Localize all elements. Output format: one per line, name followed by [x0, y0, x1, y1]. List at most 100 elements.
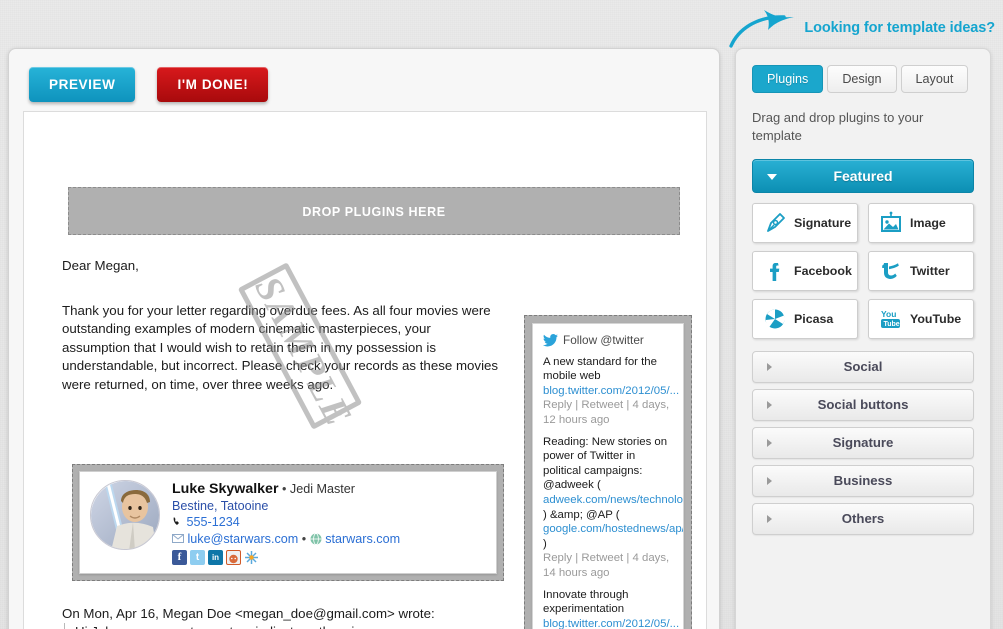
plugin-categories: Social Social buttons Signature Business…: [752, 351, 974, 535]
section-others[interactable]: Others: [752, 503, 974, 535]
svg-text:Tube: Tube: [884, 321, 900, 328]
tweet-link-2[interactable]: google.com/hostednews/ap/...: [543, 522, 683, 537]
done-button[interactable]: I'M DONE!: [157, 67, 269, 102]
twitter-bird-icon: [543, 333, 558, 347]
chevron-right-icon: [767, 477, 772, 485]
chevron-right-icon: [767, 439, 772, 447]
avatar: [90, 480, 160, 550]
signature-plugin-block[interactable]: Luke Skywalker • Jedi Master Bestine, Ta…: [72, 464, 504, 581]
signature-email[interactable]: luke@starwars.com: [188, 532, 299, 546]
tweet-item: Reading: New stories on power of Twitter…: [543, 435, 683, 581]
chevron-right-icon: [767, 515, 772, 523]
plugins-sidebar: Plugins Design Layout Drag and drop plug…: [735, 48, 991, 629]
section-label: Others: [841, 511, 885, 526]
signature-separator: •: [281, 482, 287, 496]
twitter-icon[interactable]: t: [190, 550, 205, 565]
tweet-link[interactable]: blog.twitter.com/2012/05/...: [543, 384, 679, 399]
plugin-picasa[interactable]: Picasa: [752, 299, 858, 339]
plugin-label: Image: [910, 216, 946, 230]
twitter-feed-title: Follow @twitter: [563, 333, 644, 347]
linkedin-icon[interactable]: in: [208, 550, 223, 565]
tab-layout[interactable]: Layout: [900, 65, 969, 93]
twitter-plugin-block[interactable]: Follow @twitter A new standard for the m…: [524, 315, 692, 629]
twitter-feed-header: Follow @twitter: [543, 333, 673, 348]
plugin-label: Picasa: [794, 312, 834, 326]
letter-salutation: Dear Megan,: [62, 258, 139, 273]
envelope-icon: [172, 533, 184, 543]
reddit-icon[interactable]: [226, 550, 241, 565]
letter-body[interactable]: Dear Megan, Thank you for your letter re…: [62, 257, 502, 395]
facebook-icon: [770, 263, 780, 281]
picture-frame-icon: [881, 211, 901, 232]
quote-intro: On Mon, Apr 16, Megan Doe <megan_doe@gma…: [62, 606, 435, 621]
tweet-meta[interactable]: Reply | Retweet | 4 days, 12 hours ago: [543, 398, 673, 427]
share-icon[interactable]: [244, 550, 259, 565]
plugin-image[interactable]: Image: [868, 203, 974, 243]
plugin-signature[interactable]: Signature: [752, 203, 858, 243]
letter-paragraph: Thank you for your letter regarding over…: [62, 302, 499, 392]
youtube-icon: You Tube: [881, 309, 900, 328]
facebook-icon[interactable]: f: [172, 550, 187, 565]
tweet-link[interactable]: blog.twitter.com/2012/05/...: [543, 617, 679, 629]
plugin-grid: Signature Image Facebook Twitter Picasa …: [752, 203, 974, 339]
tweet-link[interactable]: adweek.com/news/technolog...: [543, 493, 683, 508]
plugin-youtube[interactable]: You Tube YouTube: [868, 299, 974, 339]
template-ideas-promo[interactable]: Looking for template ideas?: [728, 8, 995, 48]
editor-toolbar: PREVIEW I'M DONE!: [9, 49, 719, 116]
curved-arrow-icon: [729, 10, 795, 48]
plugin-facebook[interactable]: Facebook: [752, 251, 858, 291]
plugin-twitter[interactable]: Twitter: [868, 251, 974, 291]
tweet-text: Reading: New stories on power of Twitter…: [543, 435, 668, 492]
section-label: Business: [833, 473, 893, 488]
featured-section-label: Featured: [833, 168, 893, 184]
chevron-down-icon: [767, 174, 777, 180]
template-canvas[interactable]: DROP PLUGINS HERE Dear Megan, Thank you …: [23, 111, 707, 629]
sidebar-hint: Drag and drop plugins to your template: [752, 110, 924, 143]
signature-card: Luke Skywalker • Jedi Master Bestine, Ta…: [79, 471, 497, 574]
section-label: Social buttons: [817, 397, 909, 412]
preview-button[interactable]: PREVIEW: [29, 67, 136, 102]
section-social[interactable]: Social: [752, 351, 974, 383]
tweet-text-3: ): [543, 537, 547, 550]
signature-location: Bestine, Tatooine: [172, 498, 269, 513]
signature-social-row: f t in: [172, 550, 400, 565]
signature-separator-2: •: [301, 531, 307, 546]
plugin-label: Signature: [794, 216, 852, 230]
tweet-text-2: ) &amp; @AP (: [543, 508, 620, 521]
tweet-text: Innovate through experimentation: [543, 588, 629, 616]
signature-title: Jedi Master: [289, 482, 355, 496]
tweet-meta[interactable]: Reply | Retweet | 4 days, 14 hours ago: [543, 551, 673, 580]
section-signature[interactable]: Signature: [752, 427, 974, 459]
quoted-reply[interactable]: On Mon, Apr 16, Megan Doe <megan_doe@gma…: [62, 605, 492, 629]
svg-text:You: You: [881, 309, 896, 319]
plugin-label: YouTube: [910, 312, 962, 326]
tab-design[interactable]: Design: [827, 65, 897, 93]
tab-plugins[interactable]: Plugins: [752, 65, 824, 93]
twitter-bird-icon: [882, 263, 899, 279]
plugin-label: Twitter: [910, 264, 950, 278]
pen-nib-icon: [767, 213, 785, 232]
tweet-item: A new standard for the mobile web blog.t…: [543, 355, 679, 428]
plugin-label: Facebook: [794, 264, 852, 278]
section-label: Signature: [832, 435, 894, 450]
chevron-right-icon: [767, 401, 772, 409]
signature-name: Luke Skywalker: [172, 481, 279, 497]
picasa-aperture-icon: [765, 309, 785, 329]
signature-phone[interactable]: 555-1234: [187, 515, 240, 529]
template-ideas-link[interactable]: Looking for template ideas?: [804, 20, 995, 36]
dropzone-top[interactable]: DROP PLUGINS HERE: [68, 187, 680, 235]
tweet-item: Innovate through experimentation blog.tw…: [543, 588, 679, 629]
signature-details: Luke Skywalker • Jedi Master Bestine, Ta…: [172, 480, 400, 565]
sidebar-tabs: Plugins Design Layout: [752, 65, 974, 93]
section-business[interactable]: Business: [752, 465, 974, 497]
phone-icon: [173, 517, 179, 525]
chevron-right-icon: [767, 363, 772, 371]
section-social-buttons[interactable]: Social buttons: [752, 389, 974, 421]
tweet-text: A new standard for the mobile web: [543, 355, 657, 383]
featured-section-header[interactable]: Featured: [752, 159, 974, 193]
editor-panel: PREVIEW I'M DONE! DROP PLUGINS HERE Dear…: [8, 48, 720, 629]
quote-line: Hi John, our computer system indicates o…: [75, 623, 492, 629]
globe-icon: [310, 532, 322, 545]
signature-website[interactable]: starwars.com: [325, 532, 400, 546]
twitter-feed-card: Follow @twitter A new standard for the m…: [532, 323, 684, 629]
